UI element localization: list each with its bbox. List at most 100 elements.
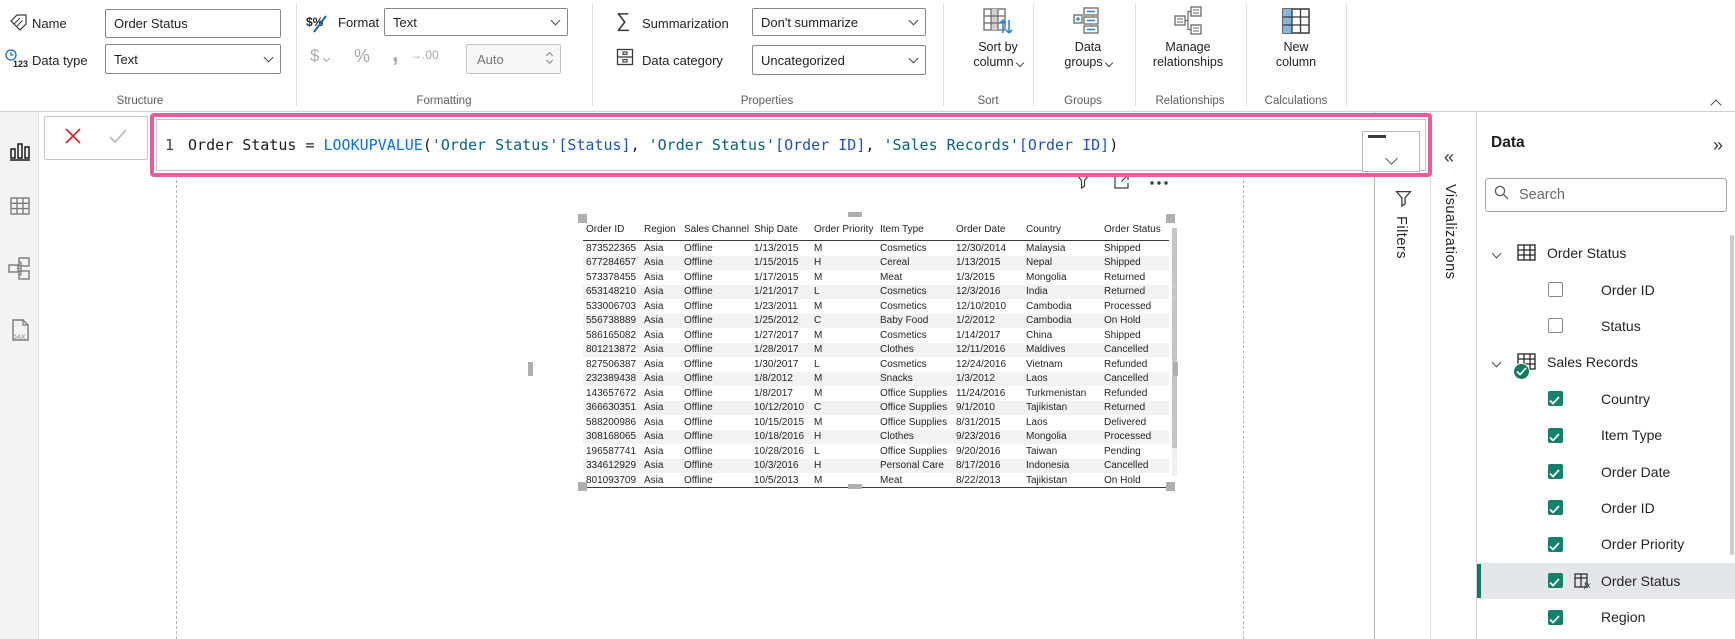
search-icon	[1494, 185, 1509, 205]
table-row[interactable]: 232389438 Asia Offline 1/8/2012 M Snacks 1/3/2…	[583, 371, 1169, 386]
visualizations-pane-collapsed[interactable]: « Visualizations	[1430, 112, 1476, 639]
formula-input[interactable]: 1 Order Status = LOOKUPVALUE('Order Stat…	[156, 119, 1426, 171]
chevrons-left-icon[interactable]: «	[1444, 148, 1454, 166]
percent-format-icon[interactable]: %	[354, 46, 370, 67]
field-row-order-id[interactable]: Order ID	[1477, 490, 1735, 526]
table-row[interactable]: 533006703 Asia Offline 1/23/2011 M Cosmetics 1…	[583, 299, 1169, 314]
table-cell: Offline	[684, 257, 713, 269]
field-row-country[interactable]: Country	[1477, 381, 1735, 417]
resize-handle[interactable]	[1166, 482, 1175, 491]
filters-pane-collapsed[interactable]: Filters	[1374, 112, 1430, 639]
selection-accent-bar	[1477, 563, 1481, 598]
column-header[interactable]: Region	[641, 224, 681, 235]
chevron-down-icon[interactable]	[1491, 248, 1502, 259]
field-row-order-date[interactable]: Order Date	[1477, 453, 1735, 489]
group-divider	[1346, 4, 1347, 106]
currency-format-icon[interactable]: $	[310, 46, 331, 66]
table-row[interactable]: 653148210 Asia Offline 1/21/2017 L Cosmetics 1…	[583, 284, 1169, 299]
format-select[interactable]: Text	[384, 8, 568, 36]
resize-dash-icon[interactable]	[1368, 135, 1386, 138]
summarization-select[interactable]: Don't summarize	[752, 8, 926, 36]
table-row[interactable]: 334612929 Asia Offline 10/3/2016 H Personal C…	[583, 458, 1169, 473]
table-row[interactable]: 801093709 Asia Offline 10/5/2013 M Meat 8/22/2…	[583, 473, 1169, 487]
chevrons-right-icon[interactable]: »	[1713, 136, 1723, 154]
commit-check-icon[interactable]	[108, 128, 128, 149]
decimal-places-input[interactable]	[475, 50, 547, 68]
thousands-separator-icon[interactable]: ,	[392, 40, 399, 68]
table-row[interactable]: 143657672 Asia Offline 1/8/2017 M Office Supp…	[583, 386, 1169, 401]
table-row[interactable]: 586165082 Asia Offline 1/27/2017 M Cosmetics 1…	[583, 328, 1169, 343]
table-row[interactable]: 556738889 Asia Offline 1/25/2012 C Baby Food 1…	[583, 313, 1169, 328]
resize-handle[interactable]	[1166, 214, 1175, 223]
table-row[interactable]: 588200986 Asia Offline 10/15/2015 M Office Su…	[583, 415, 1169, 430]
table-row[interactable]: 873522365 Asia Offline 1/13/2015 M Cosmetics 1…	[583, 241, 1169, 256]
chevron-down-icon[interactable]	[1491, 357, 1502, 368]
column-header[interactable]: Order Status	[1101, 224, 1163, 235]
resize-handle[interactable]	[578, 214, 587, 223]
data-table-row-sales-records[interactable]: Sales Records	[1477, 344, 1735, 381]
field-row-region[interactable]: Region	[1477, 599, 1735, 635]
search-box[interactable]	[1485, 178, 1727, 212]
field-checkbox[interactable]	[1548, 427, 1563, 443]
table-visual[interactable]: Order ID Region Sales Channel Ship Date Orde…	[528, 212, 1178, 491]
field-checkbox[interactable]	[1548, 573, 1563, 589]
table-row[interactable]: 366630351 Asia Offline 10/12/2010 C Office Su…	[583, 400, 1169, 415]
column-header[interactable]: Order Date	[953, 224, 1023, 235]
table-row[interactable]: 677284657 Asia Offline 1/15/2015 H Cereal 1/13…	[583, 255, 1169, 270]
field-checkbox[interactable]	[1548, 464, 1563, 480]
decimal-places-icon[interactable]: →.00	[410, 48, 439, 62]
group-label-properties: Properties	[740, 95, 794, 107]
model-view-icon[interactable]	[7, 256, 33, 282]
column-header[interactable]: Country	[1023, 224, 1101, 235]
table-view-icon[interactable]	[7, 193, 33, 219]
manage-relationships-button[interactable]: Manage relationships	[1140, 2, 1236, 70]
resize-handle[interactable]	[528, 362, 533, 376]
resize-handle[interactable]	[1173, 362, 1178, 376]
field-row-item-type[interactable]: Item Type	[1477, 417, 1735, 453]
table-scrollbar[interactable]	[1172, 228, 1177, 476]
formula-expander[interactable]	[1362, 131, 1420, 172]
dax-query-view-icon[interactable]: DAX	[7, 318, 33, 344]
table-row[interactable]: 573378455 Asia Offline 1/17/2015 M Meat 1/3/20…	[583, 270, 1169, 285]
table-cell: Offline	[684, 402, 713, 414]
column-header[interactable]: Item Type	[877, 224, 953, 235]
resize-handle[interactable]	[578, 482, 587, 491]
data-type-select[interactable]: Text	[105, 44, 281, 74]
column-header[interactable]: Order Priority	[811, 224, 877, 235]
data-pane-scrollbar[interactable]	[1730, 235, 1734, 555]
stepper-icons[interactable]	[545, 51, 554, 64]
field-checkbox[interactable]	[1548, 609, 1563, 625]
table-row[interactable]: 308168065 Asia Offline 10/18/2016 H Clothes 9/…	[583, 429, 1169, 444]
resize-handle[interactable]	[848, 484, 862, 489]
table-row[interactable]: 827506387 Asia Offline 1/30/2017 L Cosmetics 1…	[583, 357, 1169, 372]
name-input-wrap	[105, 9, 281, 38]
new-column-button[interactable]: New column	[1248, 2, 1344, 70]
column-header[interactable]: Sales Channel	[681, 224, 751, 235]
field-row-order-status[interactable]: fx Order Status	[1477, 562, 1735, 599]
field-row-order-priority[interactable]: Order Priority	[1477, 526, 1735, 562]
field-row-order-id[interactable]: Order ID	[1477, 271, 1735, 307]
table-cell: Asia	[644, 474, 664, 486]
group-label-relationships: Relationships	[1155, 95, 1225, 107]
field-checkbox[interactable]	[1548, 282, 1563, 298]
resize-handle[interactable]	[848, 212, 862, 217]
sort-by-column-button[interactable]: Sort by column	[950, 2, 1046, 70]
field-checkbox[interactable]	[1548, 536, 1563, 552]
table-row[interactable]: 196587741 Asia Offline 10/28/2016 L Office Su…	[583, 444, 1169, 459]
field-checkbox[interactable]	[1548, 391, 1563, 407]
name-input[interactable]	[114, 16, 272, 31]
field-checkbox[interactable]	[1548, 500, 1563, 516]
data-table-row-order-status[interactable]: Order Status	[1477, 235, 1735, 271]
field-checkbox[interactable]	[1548, 318, 1563, 334]
cancel-x-icon[interactable]	[64, 127, 82, 150]
column-header[interactable]: Ship Date	[751, 224, 811, 235]
table-row[interactable]: 801213872 Asia Offline 1/28/2017 M Clothes 12/…	[583, 342, 1169, 357]
data-category-select[interactable]: Uncategorized	[752, 45, 926, 75]
report-view-icon[interactable]	[7, 138, 33, 164]
table-cell: Turkmenistan	[1026, 387, 1087, 399]
column-header[interactable]: Order ID	[583, 224, 641, 235]
search-input[interactable]	[1517, 186, 1718, 204]
formula-segment: [Order ID]	[775, 136, 866, 154]
field-row-status[interactable]: Status	[1477, 308, 1735, 344]
data-groups-button[interactable]: Data groups	[1040, 2, 1136, 70]
